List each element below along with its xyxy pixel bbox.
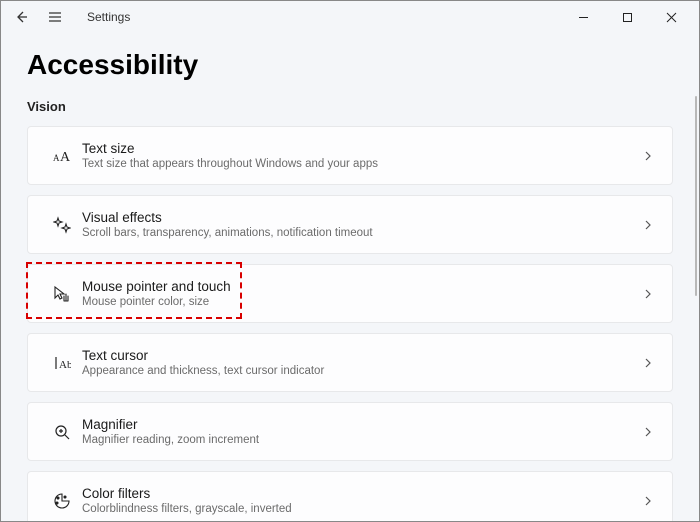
hamburger-icon (47, 9, 63, 25)
item-title: Mouse pointer and touch (82, 279, 640, 294)
text-cursor-icon: Ab (42, 354, 82, 372)
app-name: Settings (87, 10, 130, 24)
text-slot: Text size Text size that appears through… (82, 141, 640, 170)
titlebar: Settings (1, 1, 699, 33)
item-subtitle: Mouse pointer color, size (82, 296, 640, 308)
svg-text:Ab: Ab (59, 359, 71, 371)
close-button[interactable] (649, 2, 693, 32)
visual-effects-icon (42, 216, 82, 234)
back-button[interactable] (11, 7, 31, 27)
item-title: Magnifier (82, 417, 640, 432)
item-subtitle: Magnifier reading, zoom increment (82, 434, 640, 446)
svg-text:A: A (60, 150, 71, 165)
arrow-left-icon (13, 9, 29, 25)
text-size-icon: AA (42, 146, 82, 166)
scrollbar[interactable] (695, 96, 697, 296)
item-subtitle: Colorblindness filters, grayscale, inver… (82, 503, 640, 515)
text-slot: Mouse pointer and touch Mouse pointer co… (82, 279, 640, 308)
minimize-button[interactable] (561, 2, 605, 32)
setting-mouse-pointer-touch[interactable]: Mouse pointer and touch Mouse pointer co… (27, 264, 673, 323)
setting-color-filters[interactable]: Color filters Colorblindness filters, gr… (27, 471, 673, 521)
section-label: Vision (27, 99, 673, 114)
text-slot: Color filters Colorblindness filters, gr… (82, 486, 640, 515)
setting-magnifier[interactable]: Magnifier Magnifier reading, zoom increm… (27, 402, 673, 461)
chevron-right-icon (640, 427, 656, 437)
color-filters-icon (42, 491, 82, 511)
chevron-right-icon (640, 358, 656, 368)
maximize-icon (622, 12, 633, 23)
setting-visual-effects[interactable]: Visual effects Scroll bars, transparency… (27, 195, 673, 254)
menu-button[interactable] (45, 7, 65, 27)
text-slot: Text cursor Appearance and thickness, te… (82, 348, 640, 377)
titlebar-left: Settings (11, 7, 130, 27)
item-title: Text cursor (82, 348, 640, 363)
chevron-right-icon (640, 289, 656, 299)
svg-text:A: A (53, 153, 60, 163)
minimize-icon (578, 12, 589, 23)
item-subtitle: Scroll bars, transparency, animations, n… (82, 227, 640, 239)
text-slot: Visual effects Scroll bars, transparency… (82, 210, 640, 239)
item-title: Color filters (82, 486, 640, 501)
maximize-button[interactable] (605, 2, 649, 32)
mouse-pointer-icon (42, 284, 82, 304)
item-subtitle: Appearance and thickness, text cursor in… (82, 365, 640, 377)
content-area: Accessibility Vision AA Text size Text s… (1, 33, 699, 521)
chevron-right-icon (640, 220, 656, 230)
page-title: Accessibility (27, 49, 673, 81)
setting-text-size[interactable]: AA Text size Text size that appears thro… (27, 126, 673, 185)
text-slot: Magnifier Magnifier reading, zoom increm… (82, 417, 640, 446)
window-controls (561, 2, 693, 32)
chevron-right-icon (640, 151, 656, 161)
magnifier-icon (42, 423, 82, 441)
setting-text-cursor[interactable]: Ab Text cursor Appearance and thickness,… (27, 333, 673, 392)
item-subtitle: Text size that appears throughout Window… (82, 158, 640, 170)
item-title: Visual effects (82, 210, 640, 225)
chevron-right-icon (640, 496, 656, 506)
item-title: Text size (82, 141, 640, 156)
close-icon (666, 12, 677, 23)
